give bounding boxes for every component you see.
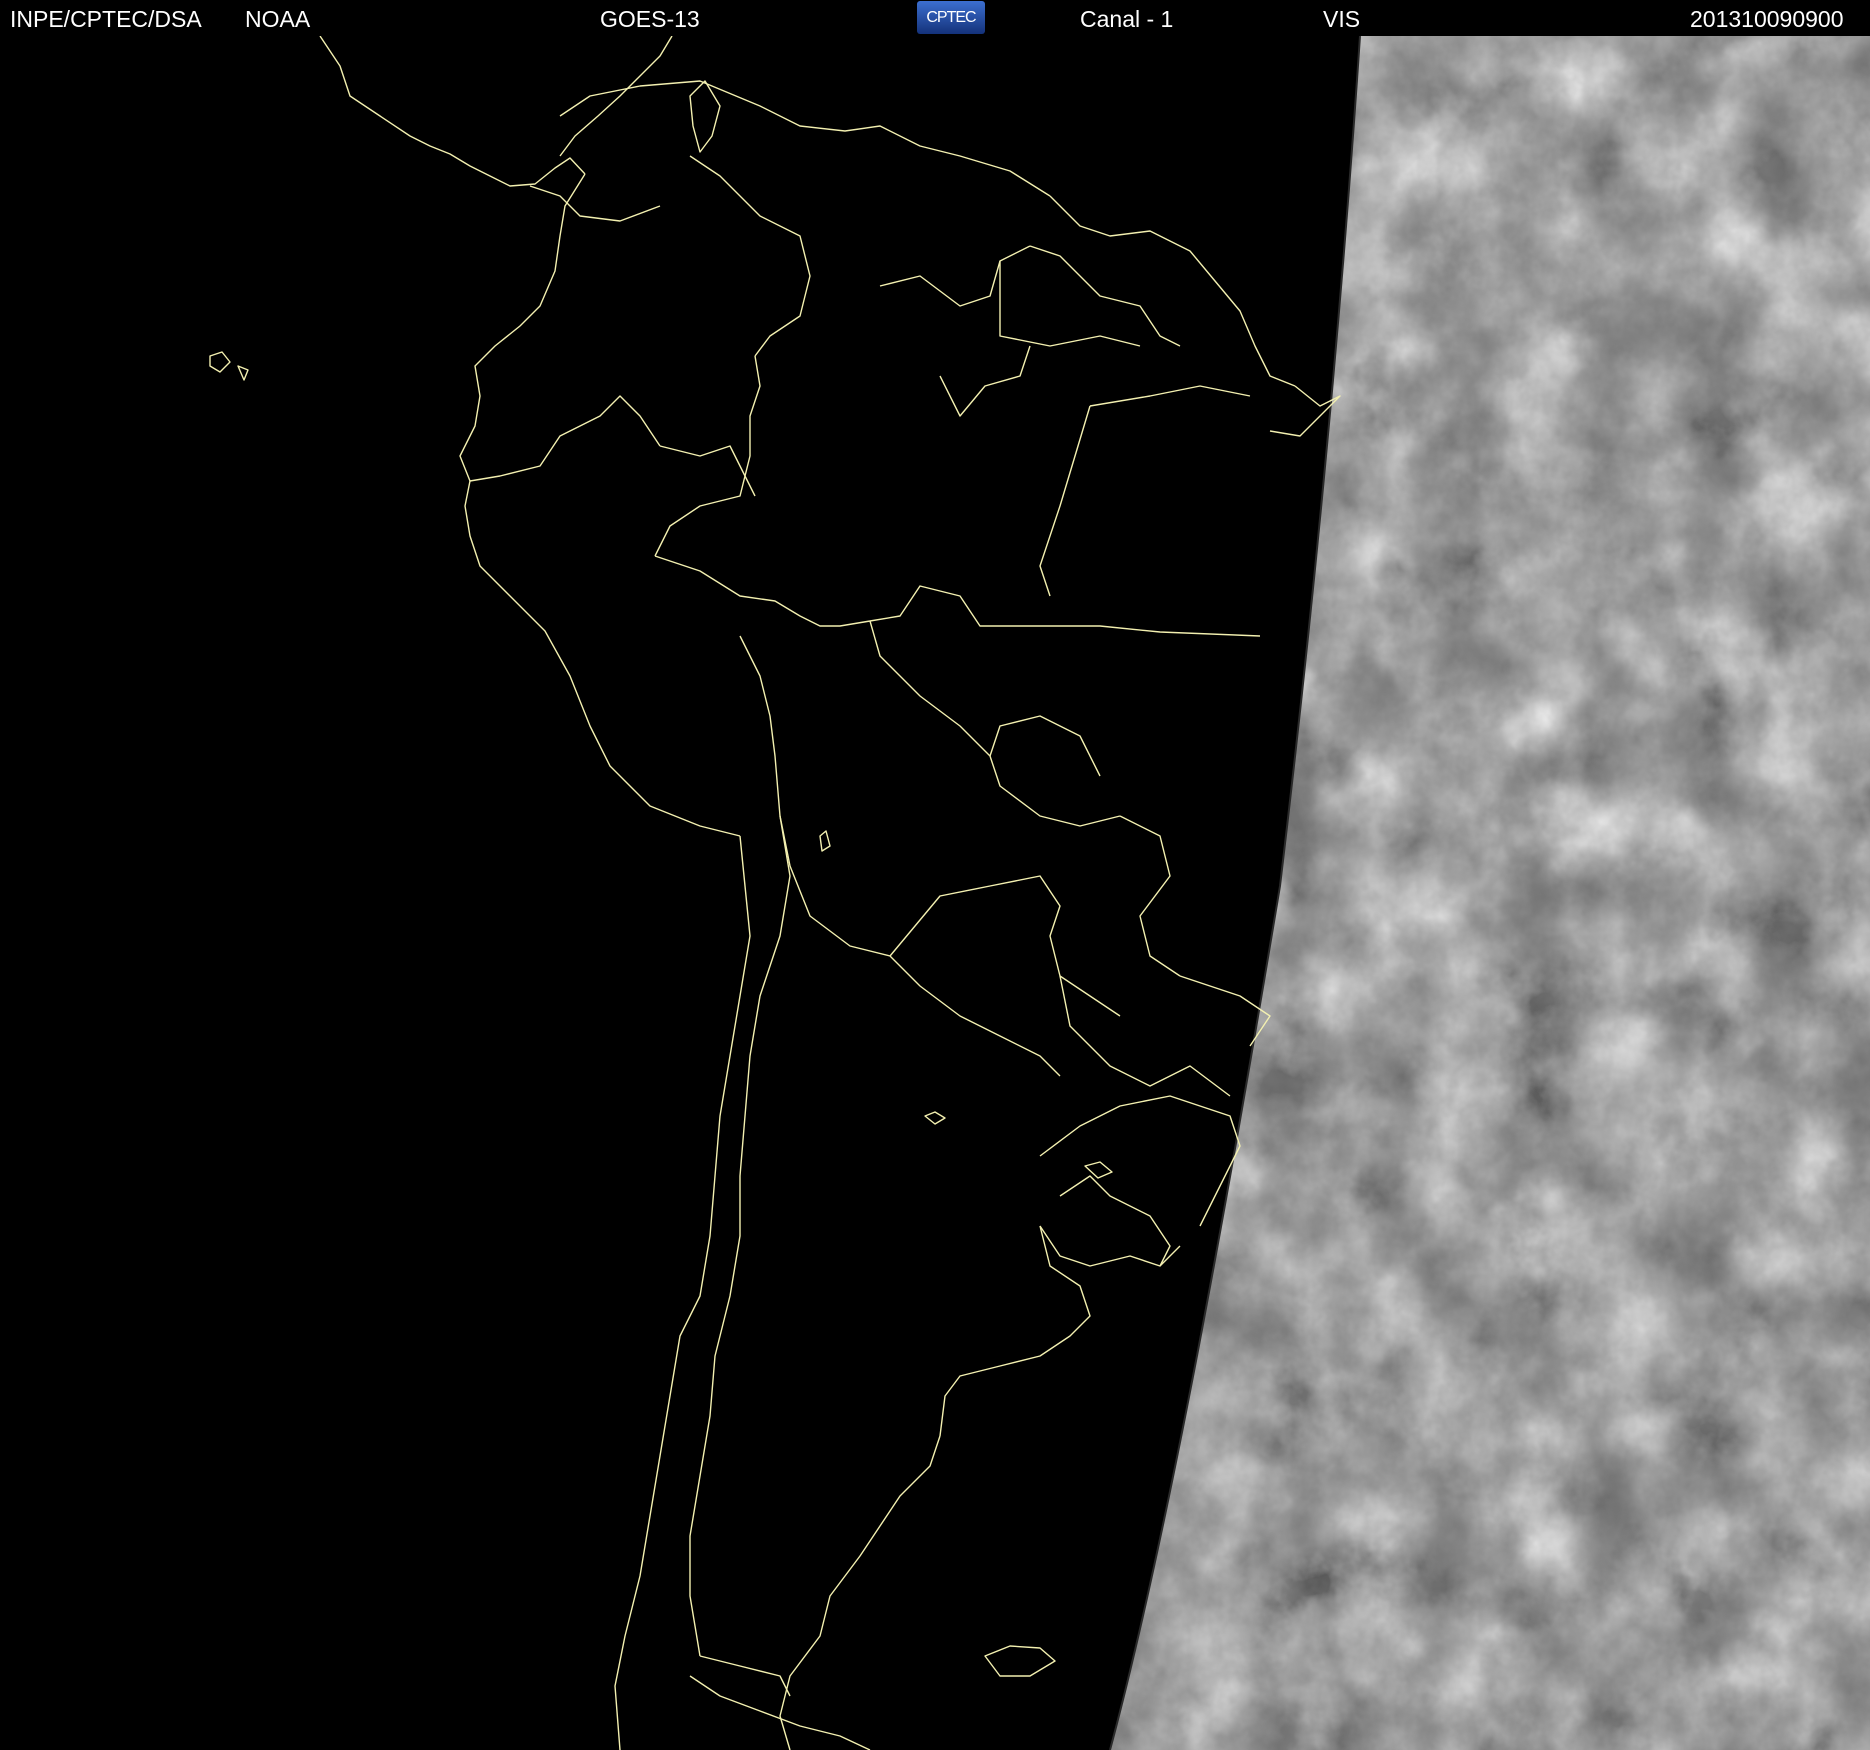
agency-label: NOAA [245, 6, 311, 32]
cptec-logo-icon: CPTEC [917, 1, 985, 34]
satellite-image [0, 36, 1870, 1750]
logo-text: CPTEC [926, 9, 976, 26]
image-header: INPE/CPTEC/DSA NOAA GOES-13 CPTEC Canal … [0, 0, 1870, 36]
channel-label: Canal - 1 [1080, 6, 1174, 32]
timestamp-label: 201310090900 [1690, 6, 1844, 32]
source-label: INPE/CPTEC/DSA [10, 6, 202, 32]
band-label: VIS [1323, 6, 1361, 32]
map-canvas [0, 36, 1870, 1750]
satellite-label: GOES-13 [600, 6, 700, 32]
